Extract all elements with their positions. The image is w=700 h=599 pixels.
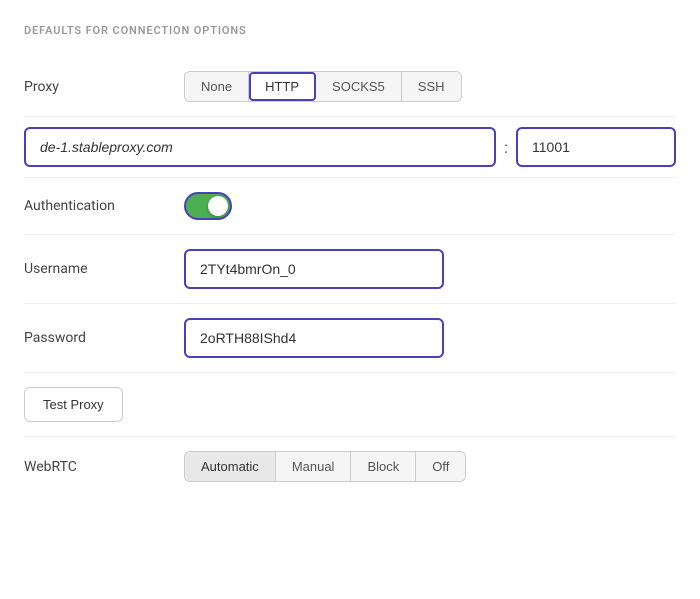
proxy-options: None HTTP SOCKS5 SSH (184, 71, 676, 102)
proxy-option-ssh[interactable]: SSH (402, 72, 461, 101)
authentication-label: Authentication (24, 198, 184, 214)
proxy-label: Proxy (24, 79, 184, 95)
proxy-host-port-row: : (24, 117, 676, 178)
webrtc-content: Automatic Manual Block Off (184, 451, 676, 482)
password-label: Password (24, 330, 184, 346)
proxy-row: Proxy None HTTP SOCKS5 SSH (24, 57, 676, 117)
password-content (184, 318, 676, 358)
authentication-content (184, 192, 676, 220)
section-title: DEFAULTS FOR CONNECTION OPTIONS (24, 24, 676, 37)
username-label: Username (24, 261, 184, 277)
authentication-row: Authentication (24, 178, 676, 235)
toggle-slider (184, 192, 232, 220)
proxy-option-socks5[interactable]: SOCKS5 (316, 72, 402, 101)
authentication-toggle[interactable] (184, 192, 232, 220)
proxy-segment-group: None HTTP SOCKS5 SSH (184, 71, 462, 102)
proxy-host-input[interactable] (24, 127, 496, 167)
webrtc-option-off[interactable]: Off (416, 452, 465, 481)
username-row: Username (24, 235, 676, 304)
webrtc-row: WebRTC Automatic Manual Block Off (24, 437, 676, 496)
username-content (184, 249, 676, 289)
proxy-option-http[interactable]: HTTP (249, 72, 316, 101)
test-proxy-wrap: Test Proxy (24, 373, 676, 436)
password-row: Password (24, 304, 676, 373)
username-input[interactable] (184, 249, 444, 289)
test-proxy-button[interactable]: Test Proxy (24, 387, 123, 422)
proxy-colon: : (496, 138, 516, 157)
webrtc-option-automatic[interactable]: Automatic (185, 452, 276, 481)
webrtc-option-manual[interactable]: Manual (276, 452, 352, 481)
proxy-port-input[interactable] (516, 127, 676, 167)
webrtc-label: WebRTC (24, 459, 184, 475)
webrtc-segment-group: Automatic Manual Block Off (184, 451, 466, 482)
password-input[interactable] (184, 318, 444, 358)
proxy-option-none[interactable]: None (185, 72, 249, 101)
webrtc-option-block[interactable]: Block (351, 452, 416, 481)
